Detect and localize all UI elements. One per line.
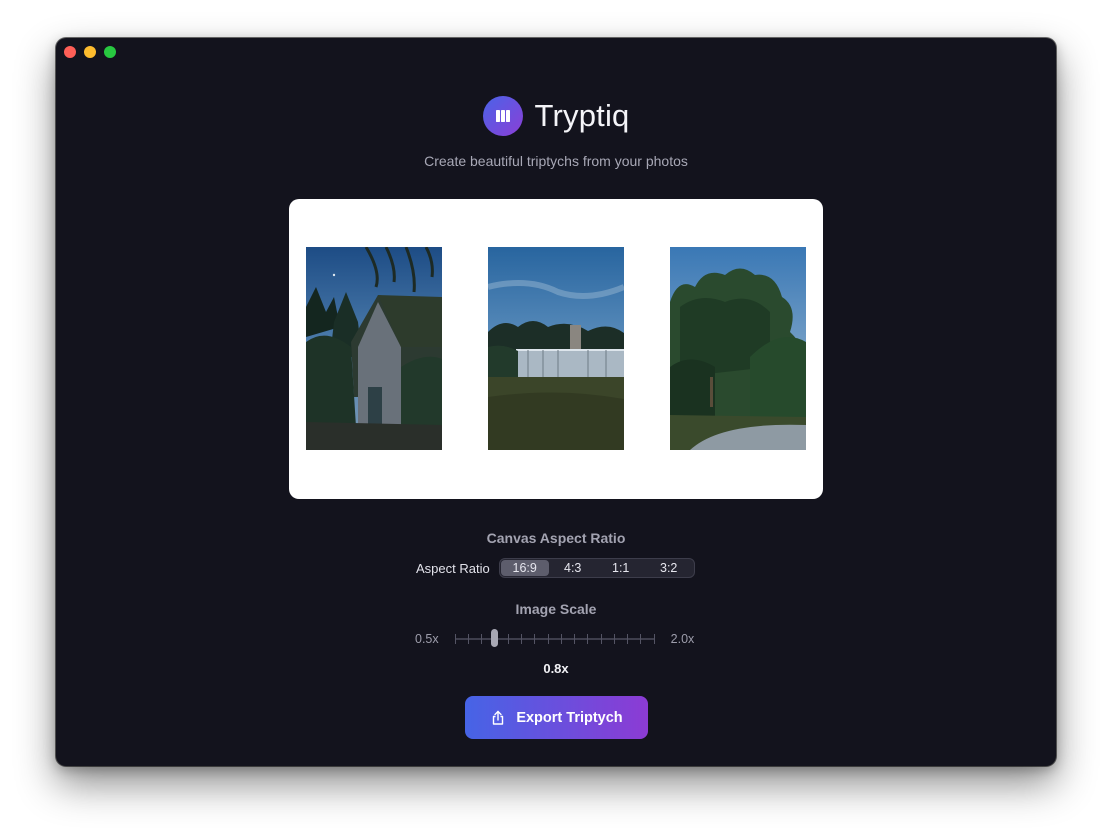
scale-min-label: 0.5x <box>415 632 439 646</box>
slider-tick <box>467 634 469 644</box>
minimize-window-button[interactable] <box>84 46 96 58</box>
aspect-ratio-label: Aspect Ratio <box>416 560 490 576</box>
export-button-label: Export Triptych <box>516 709 623 726</box>
slider-tick <box>574 634 576 644</box>
slider-tick <box>613 634 615 644</box>
app-subtitle: Create beautiful triptychs from your pho… <box>424 153 688 169</box>
aspect-option-1-1[interactable]: 1:1 <box>597 560 645 576</box>
app-window: Tryptiq Create beautiful triptychs from … <box>56 38 1056 766</box>
slider-tick <box>454 634 456 644</box>
app-title: Tryptiq <box>534 98 630 133</box>
image-scale-slider[interactable] <box>454 629 655 649</box>
aspect-option-16-9[interactable]: 16:9 <box>500 560 549 576</box>
window-controls <box>64 46 116 58</box>
export-triptych-button[interactable]: Export Triptych <box>465 696 648 739</box>
slider-tick <box>534 634 536 644</box>
aspect-option-4-3[interactable]: 4:3 <box>549 560 597 576</box>
photo-greenhouse <box>488 247 624 450</box>
photo-garden-shed <box>306 247 442 450</box>
slider-tick <box>547 634 549 644</box>
aspect-ratio-row: Aspect Ratio 16:9 4:3 1:1 3:2 <box>416 558 695 578</box>
aspect-option-3-2[interactable]: 3:2 <box>645 560 693 576</box>
aspect-ratio-segmented-control: 16:9 4:3 1:1 3:2 <box>498 558 695 578</box>
close-window-button[interactable] <box>64 46 76 58</box>
columns-icon <box>482 96 523 136</box>
slider-tick <box>627 634 629 644</box>
scale-value: 0.8x <box>543 661 569 676</box>
slider-tick <box>600 634 602 644</box>
slider-thumb[interactable] <box>491 629 499 647</box>
triptych-canvas <box>289 199 823 499</box>
scale-section-title: Image Scale <box>515 601 597 617</box>
aspect-section-title: Canvas Aspect Ratio <box>486 530 626 546</box>
image-scale-slider-row: 0.5x 2.0x <box>415 629 694 649</box>
scale-max-label: 2.0x <box>670 632 695 646</box>
slider-tick <box>481 634 483 644</box>
share-icon <box>493 710 504 725</box>
photo-tree-path <box>670 247 806 450</box>
zoom-window-button[interactable] <box>104 46 116 58</box>
slider-tick <box>587 634 589 644</box>
slider-tick <box>653 634 655 644</box>
slider-tick <box>507 634 509 644</box>
slider-track <box>454 638 655 640</box>
slider-tick <box>640 634 642 644</box>
app-header: Tryptiq <box>56 96 1056 136</box>
slider-tick <box>520 634 522 644</box>
slider-tick <box>560 634 562 644</box>
